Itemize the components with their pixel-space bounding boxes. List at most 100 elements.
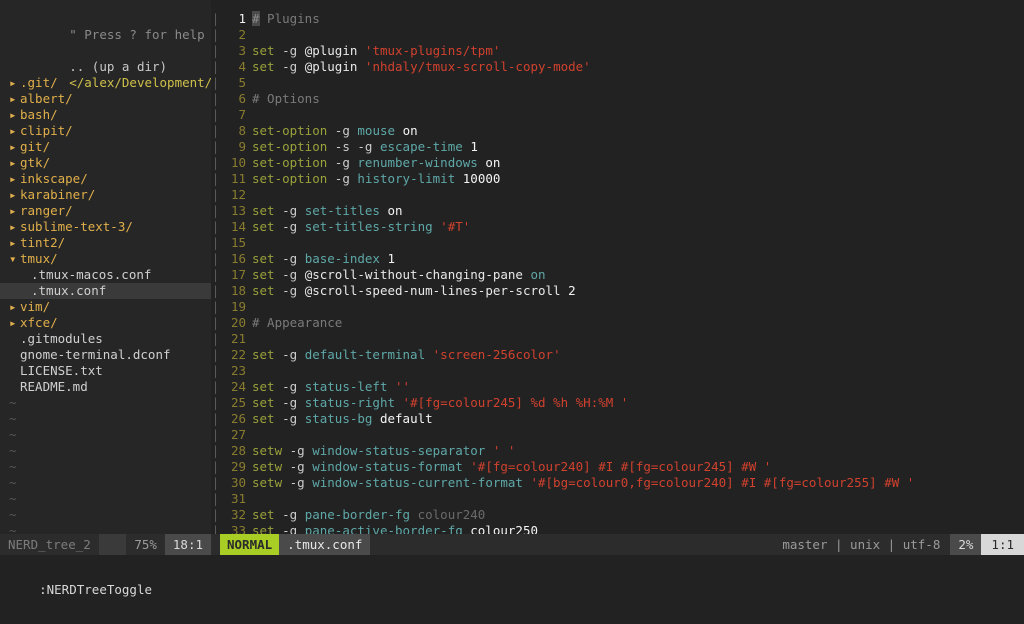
code-line[interactable]: 33 set -g pane-active-border-fg colour250 [220,523,1024,534]
nerdtree-dir-item[interactable]: ▸ gtk/ [0,155,211,171]
nerdtree-empty-line: ~ [0,523,211,534]
line-number: 29 [230,459,246,474]
code-editor-pane[interactable]: 1 # Plugins 2 3 set -g @plugin 'tmux-plugin… [220,0,1024,534]
chevron-right-icon[interactable]: ▸ [9,235,20,251]
nerdtree-sidebar[interactable]: " Press ? for help .. (up a dir) </alex/… [0,0,211,534]
nerdtree-file-item[interactable]: LICENSE.txt [0,363,211,379]
chevron-right-icon[interactable]: ▸ [9,75,20,91]
split-bar-glyph: | [211,171,220,186]
nerdtree-dir-item[interactable]: ▸ inkscape/ [0,171,211,187]
chevron-right-icon[interactable]: ▸ [9,171,20,187]
code-line[interactable]: 18 set -g @scroll-speed-num-lines-per-scr… [220,283,1024,299]
nerdtree-dir-item[interactable]: ▸ vim/ [0,299,211,315]
code-line[interactable]: 1 # Plugins [220,11,1024,27]
chevron-right-icon[interactable]: ▸ [9,299,20,315]
nerdtree-dir-item[interactable]: ▸ karabiner/ [0,187,211,203]
code-line[interactable]: 13 set -g set-titles on [220,203,1024,219]
code-line[interactable]: 17 set -g @scroll-without-changing-pane o… [220,267,1024,283]
code-token: default [379,411,433,426]
code-token: colour250 [470,523,539,534]
nerdtree-dir-item[interactable]: ▸ albert/ [0,91,211,107]
nerdtree-dir-item[interactable]: ▾ tmux/ [0,251,211,267]
code-line[interactable]: 27 [220,427,1024,443]
chevron-right-icon[interactable]: ▸ [9,219,20,235]
chevron-right-icon[interactable]: ▸ [9,203,20,219]
code-token: status-left [304,379,388,394]
nerdtree-dir-item[interactable]: ▸ git/ [0,139,211,155]
nerdtree-item-label: .git/ [20,75,58,90]
line-number: 23 [230,363,246,378]
code-line[interactable]: 14 set -g set-titles-string '#T' [220,219,1024,235]
nerdtree-item-label: vim/ [20,299,51,314]
code-token: setw [252,475,283,490]
code-line[interactable]: 4 set -g @plugin 'nhdaly/tmux-scroll-copy… [220,59,1024,75]
code-line[interactable]: 24 set -g status-left '' [220,379,1024,395]
chevron-right-icon[interactable]: ▸ [9,91,20,107]
line-number: 7 [238,107,246,122]
code-line[interactable]: 23 [220,363,1024,379]
code-line[interactable]: 22 set -g default-terminal 'screen-256col… [220,347,1024,363]
chevron-right-icon[interactable]: ▸ [9,123,20,139]
code-line[interactable]: 15 [220,235,1024,251]
code-line[interactable]: 30 setw -g window-status-current-format '… [220,475,1024,491]
split-bar-glyph: | [211,75,220,90]
line-number: 2 [238,27,246,42]
code-line[interactable]: 8 set-option -g mouse on [220,123,1024,139]
nerdtree-dir-item[interactable]: ▸ ranger/ [0,203,211,219]
split-bar-glyph: | [211,107,220,122]
code-line[interactable]: 26 set -g status-bg default [220,411,1024,427]
chevron-right-icon[interactable]: ▸ [9,107,20,123]
vim-terminal-window: " Press ? for help .. (up a dir) </alex/… [0,0,1024,597]
code-line[interactable]: 31 [220,491,1024,507]
nerdtree-dir-item[interactable]: ▸ bash/ [0,107,211,123]
vim-command-line[interactable]: :NERDTreeToggle [0,555,1024,597]
chevron-right-icon[interactable]: ▸ [9,315,20,331]
code-line[interactable]: 5 [220,75,1024,91]
code-line[interactable]: 19 [220,299,1024,315]
nerdtree-dir-item[interactable]: ▸ xfce/ [0,315,211,331]
code-token: -g [334,155,350,170]
code-line[interactable]: 3 set -g @plugin 'tmux-plugins/tpm' [220,43,1024,59]
chevron-down-icon[interactable]: ▾ [9,251,20,267]
code-line[interactable]: 12 [220,187,1024,203]
chevron-right-icon[interactable]: ▸ [9,139,20,155]
nerdtree-file-item[interactable]: gnome-terminal.dconf [0,347,211,363]
code-line[interactable]: 29 setw -g window-status-format '#[fg=col… [220,459,1024,475]
code-line[interactable]: 9 set-option -s -g escape-time 1 [220,139,1024,155]
code-line[interactable]: 7 [220,107,1024,123]
split-bar-glyph: | [211,123,220,138]
nerdtree-dir-item[interactable]: ▸ sublime-text-3/ [0,219,211,235]
code-line[interactable]: 16 set -g base-index 1 [220,251,1024,267]
tilde-marker: ~ [9,475,17,490]
nerdtree-file-item[interactable]: .tmux.conf [0,283,211,299]
code-token: on [530,267,546,282]
code-line[interactable]: 10 set-option -g renumber-windows on [220,155,1024,171]
code-token: set-option [252,155,328,170]
nerdtree-file-item[interactable]: README.md [0,379,211,395]
code-line[interactable]: 32 set -g pane-border-fg colour240 [220,507,1024,523]
code-line[interactable]: 21 [220,331,1024,347]
nerdtree-file-item[interactable]: .tmux-macos.conf [0,267,211,283]
nerdtree-dir-item[interactable]: ▸ tint2/ [0,235,211,251]
code-line[interactable]: 25 set -g status-right '#[fg=colour245] %… [220,395,1024,411]
nerdtree-empty-line: ~ [0,427,211,443]
code-token: window-status-current-format [312,475,523,490]
chevron-right-icon[interactable]: ▸ [9,155,20,171]
code-line[interactable]: 6 # Options [220,91,1024,107]
nerdtree-file-item[interactable]: .gitmodules [0,331,211,347]
code-line[interactable]: 28 setw -g window-status-separator ' ' [220,443,1024,459]
nerdtree-dir-item[interactable]: ▸ clipit/ [0,123,211,139]
nerdtree-empty-line: ~ [0,459,211,475]
code-line[interactable]: 11 set-option -g history-limit 10000 [220,171,1024,187]
chevron-right-icon[interactable]: ▸ [9,187,20,203]
code-line[interactable]: 20 # Appearance [220,315,1024,331]
code-line[interactable]: 2 [220,27,1024,43]
